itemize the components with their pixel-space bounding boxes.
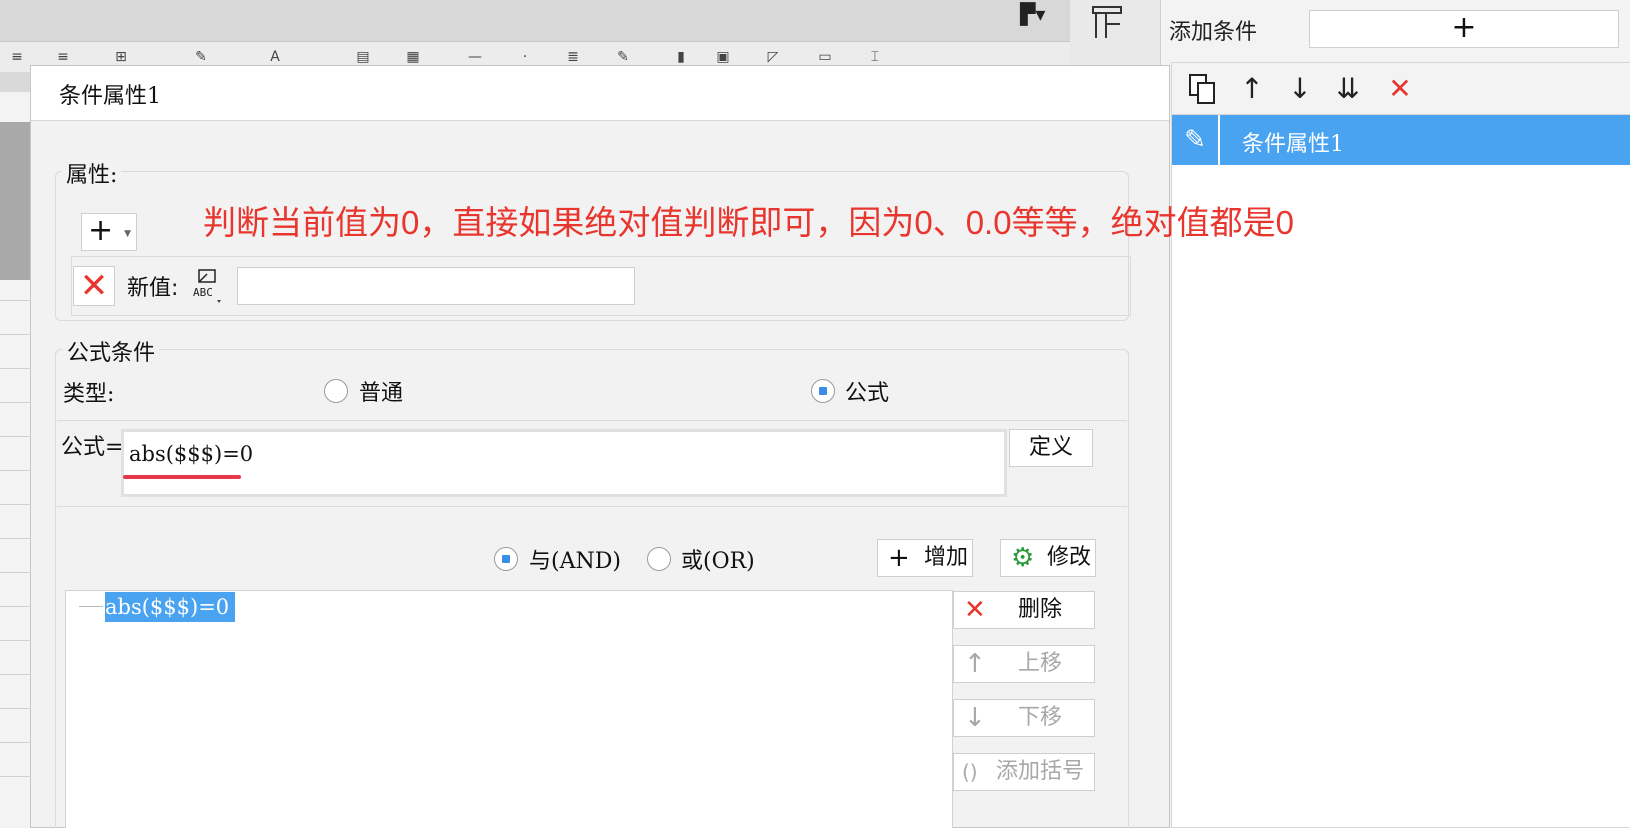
- annotation-text: 判断当前值为0，直接如果绝对值判断即可，因为0、0.0等等，绝对值都是0: [203, 204, 1294, 241]
- layout-icon[interactable]: [1090, 4, 1124, 42]
- format-icon[interactable]: ✎: [188, 50, 214, 64]
- radio-normal-label: 普通: [359, 381, 404, 406]
- dot-icon[interactable]: ·: [512, 50, 538, 64]
- list-icon[interactable]: ≡: [50, 50, 76, 64]
- move-down-button[interactable]: ↓ 下移: [953, 699, 1095, 737]
- move-bottom-icon[interactable]: ⇊: [1328, 69, 1368, 109]
- sheet-row-headers: [0, 92, 32, 828]
- chevron-down-icon: ▼: [124, 229, 131, 239]
- tree-connector: [79, 606, 103, 607]
- table-icon[interactable]: ⊞: [108, 50, 134, 64]
- formula-highlight-underline: [123, 475, 241, 479]
- divider: [57, 506, 1127, 507]
- pencil-icon[interactable]: ✎: [1172, 115, 1220, 165]
- add-condition-label: 添加条件: [1169, 20, 1258, 45]
- formula-value: abs($$$)=0: [129, 442, 254, 466]
- grid2-icon[interactable]: ▦: [400, 50, 426, 64]
- background-toolbar: [0, 0, 1070, 42]
- condition-item[interactable]: ✎ 条件属性1: [1172, 115, 1630, 165]
- align-icon[interactable]: ≡: [4, 50, 30, 64]
- arrow-up-icon[interactable]: ↑: [1232, 69, 1272, 109]
- plus-icon: +: [888, 543, 910, 573]
- new-value-label: 新值:: [127, 276, 179, 301]
- add-condition-button[interactable]: +: [1309, 10, 1619, 48]
- lines-icon[interactable]: ≣: [560, 50, 586, 64]
- move-up-button[interactable]: ↑ 上移: [953, 645, 1095, 683]
- condition-dialog: 条件属性1 属性: + ▼ 判断当前值为0，直接如果绝对值判断即可，因为0、0.0…: [30, 65, 1294, 828]
- divider: [57, 420, 1127, 421]
- edit-icon[interactable]: ✎: [610, 50, 636, 64]
- condition-expression-item[interactable]: abs($$$)=0: [105, 592, 236, 622]
- condition-expression-list: [65, 590, 953, 828]
- delete-button[interactable]: ✕ 删除: [953, 591, 1095, 629]
- formula-condition-label: 公式条件: [63, 335, 160, 367]
- image-icon[interactable]: ▣: [710, 50, 736, 64]
- dialog-title: 条件属性1: [59, 84, 161, 109]
- chart-icon[interactable]: ▮: [668, 50, 694, 64]
- text-icon[interactable]: A: [262, 50, 288, 64]
- condition-list: ↑ ↓ ⇊ ✕ ✎ 条件属性1: [1171, 62, 1630, 828]
- radio-or[interactable]: [647, 547, 671, 571]
- new-value-input[interactable]: [237, 267, 635, 305]
- flag-dropdown-icon[interactable]: ▛▾: [1020, 2, 1050, 30]
- abc-type-icon[interactable]: ABC: [191, 266, 227, 306]
- radio-and-label: 与(AND): [529, 549, 621, 574]
- copy-icon[interactable]: [1182, 69, 1222, 109]
- condition-item-label: 条件属性1: [1242, 132, 1344, 157]
- define-button[interactable]: 定义: [1009, 429, 1093, 467]
- delete-icon[interactable]: ✕: [1380, 69, 1420, 109]
- type-label: 类型:: [63, 382, 115, 407]
- arrow-up-icon: ↑: [964, 649, 986, 679]
- formula-label: 公式=: [61, 435, 124, 460]
- dialog-title-bar: 条件属性1: [31, 66, 1169, 121]
- bracket-icon: (): [962, 760, 978, 784]
- abc-label: ABC: [193, 286, 213, 299]
- radio-formula-label: 公式: [845, 381, 890, 406]
- remove-property-button[interactable]: ✕: [73, 266, 115, 306]
- properties-label: 属性:: [62, 157, 122, 189]
- condition-panel: 添加条件 + ↑ ↓ ⇊ ✕ ✎ 条件属性1: [1160, 0, 1630, 828]
- radio-or-label: 或(OR): [681, 549, 755, 574]
- grid-icon[interactable]: ▤: [350, 50, 376, 64]
- radio-formula[interactable]: [811, 379, 835, 403]
- doc-icon[interactable]: ▭: [812, 50, 838, 64]
- condition-toolbar: ↑ ↓ ⇊ ✕: [1172, 63, 1630, 115]
- minus-icon[interactable]: —: [462, 50, 488, 64]
- frame-icon[interactable]: ⌶: [862, 50, 888, 64]
- delete-x-icon: ✕: [964, 595, 986, 625]
- arrow-down-icon[interactable]: ↓: [1280, 69, 1320, 109]
- modify-button[interactable]: ⚙ 修改: [1000, 539, 1096, 577]
- arrow-down-icon: ↓: [964, 703, 986, 733]
- radio-normal[interactable]: [324, 379, 348, 403]
- shape-icon[interactable]: ◸: [760, 50, 786, 64]
- add-bracket-button[interactable]: () 添加括号: [953, 753, 1095, 791]
- add-property-dropdown[interactable]: + ▼: [81, 213, 137, 251]
- formula-input[interactable]: [121, 429, 1007, 497]
- add-condition-row-button[interactable]: + 增加: [877, 539, 973, 577]
- gear-icon: ⚙: [1011, 543, 1035, 573]
- radio-and[interactable]: [494, 547, 518, 571]
